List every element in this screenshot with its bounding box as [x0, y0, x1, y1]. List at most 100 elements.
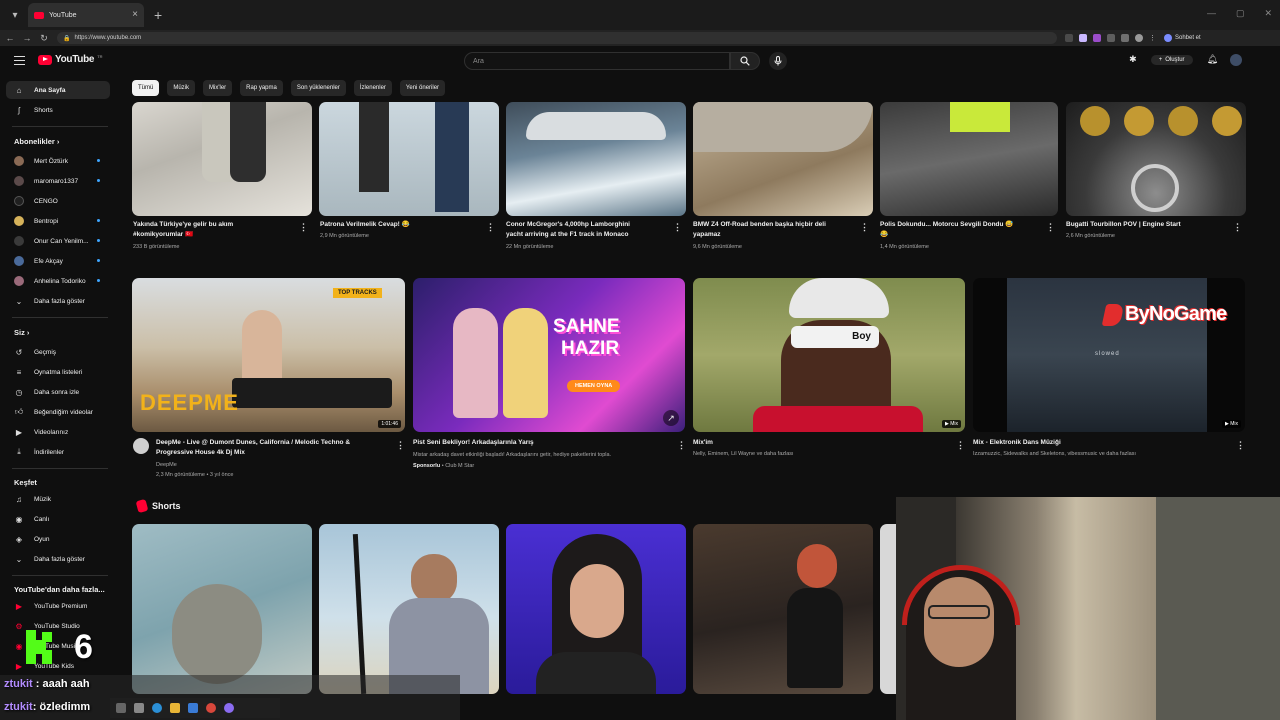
- chip-all[interactable]: Tümü: [132, 80, 160, 96]
- video-title[interactable]: BMW Z4 Off-Road benden başka hiçbir deli…: [693, 220, 863, 240]
- more-options-icon[interactable]: ⋮: [1236, 440, 1245, 451]
- video-thumbnail[interactable]: TOP TRACKS DEEPME 1:01:46: [132, 278, 405, 432]
- chrome-icon[interactable]: [206, 703, 216, 713]
- create-button[interactable]: + Oluştur: [1150, 54, 1193, 65]
- mix-title[interactable]: Mix - Elektronik Dans Müziği: [973, 438, 1061, 448]
- video-title[interactable]: Conor McGregor's 4,000hp Lamborghini yach…: [506, 220, 676, 240]
- video-title[interactable]: Patrona Verilmelik Cevap! 😂: [320, 220, 480, 230]
- video-thumbnail[interactable]: [506, 102, 686, 216]
- sidebar-item-music[interactable]: ♫ Müzik: [6, 490, 110, 508]
- sidebar-item-home[interactable]: ⌂ Ana Sayfa: [6, 81, 110, 99]
- url-field[interactable]: 🔒 https://www.youtube.com: [57, 32, 1057, 44]
- video-thumbnail[interactable]: [1066, 102, 1246, 216]
- extension-icon[interactable]: [1079, 34, 1087, 42]
- menu-dots-icon[interactable]: ⋮: [1149, 34, 1156, 42]
- short-thumbnail[interactable]: [132, 524, 312, 694]
- extension-icon[interactable]: [1107, 34, 1115, 42]
- search-taskbar-icon[interactable]: [116, 703, 126, 713]
- more-options-icon[interactable]: ⋮: [956, 440, 965, 451]
- sidebar-item-subscription[interactable]: maromaro1337: [6, 172, 110, 190]
- sidebar-item-shorts[interactable]: ʃ Shorts: [6, 101, 110, 119]
- sidebar-item-subscription[interactable]: Mert Öztürk: [6, 152, 110, 170]
- forward-arrow-icon[interactable]: →: [20, 31, 34, 45]
- chat-button[interactable]: Sohbet et: [1164, 34, 1201, 42]
- short-thumbnail[interactable]: [319, 524, 499, 694]
- sidebar-item-subscription[interactable]: Onur Can Yenilm...: [6, 232, 110, 250]
- more-options-icon[interactable]: ⋮: [1233, 222, 1242, 233]
- sidebar-item-your-videos[interactable]: ▶ Videolarınız: [6, 423, 110, 441]
- extension-icon[interactable]: [1065, 34, 1073, 42]
- sidebar-item-live[interactable]: ◉ Canlı: [6, 510, 110, 528]
- cast-icon[interactable]: ✱: [1129, 54, 1137, 65]
- ad-cta-button[interactable]: HEMEN OYNA: [567, 380, 621, 392]
- external-link-icon[interactable]: ↗: [663, 410, 679, 426]
- extension-icon[interactable]: [1093, 34, 1101, 42]
- tab-close-icon[interactable]: ×: [132, 9, 138, 20]
- reload-icon[interactable]: ↻: [37, 31, 51, 45]
- chip-watched[interactable]: İzlenenler: [353, 80, 392, 96]
- sidebar-item-gaming[interactable]: ◈ Oyun: [6, 530, 110, 548]
- store-icon[interactable]: [188, 703, 198, 713]
- folder-icon[interactable]: [170, 703, 180, 713]
- channel-avatar[interactable]: [133, 438, 149, 454]
- search-button[interactable]: [730, 52, 760, 70]
- chip-mixes[interactable]: Mix'ler: [203, 80, 233, 96]
- more-options-icon[interactable]: ⋮: [486, 222, 495, 233]
- subscriptions-header[interactable]: Abonelikler ›: [14, 137, 59, 146]
- minimize-icon[interactable]: —: [1207, 8, 1216, 19]
- hamburger-menu-icon[interactable]: [14, 56, 25, 65]
- account-avatar[interactable]: [1230, 54, 1242, 66]
- more-options-icon[interactable]: ⋮: [677, 440, 686, 451]
- ad-title[interactable]: Pist Seni Bekliyor! Arkadaşlarınla Yarış: [413, 438, 673, 448]
- back-arrow-icon[interactable]: ←: [3, 31, 17, 45]
- profile-icon[interactable]: [1135, 34, 1143, 42]
- video-thumbnail[interactable]: [132, 102, 312, 216]
- chip-recently-uploaded[interactable]: Son yüklenenler: [290, 80, 346, 96]
- sidebar-item-subscription[interactable]: Efe Akçay: [6, 252, 110, 270]
- mix-title[interactable]: Mix'im: [693, 438, 713, 448]
- voice-search-button[interactable]: [769, 52, 787, 70]
- video-title[interactable]: Yakında Türkiye'ye gelir bu akım #komikyo…: [133, 220, 293, 240]
- youtube-logo[interactable]: YouTube TR: [38, 54, 103, 65]
- edge-icon[interactable]: [152, 703, 162, 713]
- tab-list-dropdown-icon[interactable]: ▾: [4, 4, 26, 26]
- sidebar-item-watch-later[interactable]: ◷ Daha sonra izle: [6, 383, 110, 401]
- app-icon[interactable]: [224, 703, 234, 713]
- sidebar-show-more[interactable]: ⌄ Daha fazla göster: [6, 292, 110, 310]
- maximize-icon[interactable]: ▢: [1236, 8, 1245, 19]
- sidebar-item-history[interactable]: ↺ Geçmiş: [6, 343, 110, 361]
- sidebar-item-subscription[interactable]: CENGO: [6, 192, 110, 210]
- notifications-bell-icon[interactable]: 🔔︎: [1207, 54, 1218, 65]
- video-thumbnail[interactable]: [880, 102, 1058, 216]
- video-title[interactable]: Bugatti Tourbillon POV | Engine Start: [1066, 220, 1236, 230]
- sidebar-item-subscription[interactable]: Bentropi: [6, 212, 110, 230]
- chip-new-to-you[interactable]: Yeni öneriler: [399, 80, 446, 96]
- new-tab-button[interactable]: +: [154, 7, 162, 23]
- mix-thumbnail[interactable]: Boy ▶ Mix: [693, 278, 965, 432]
- sidebar-item-premium[interactable]: ▶ YouTube Premium: [6, 597, 110, 615]
- more-options-icon[interactable]: ⋮: [396, 440, 405, 451]
- short-thumbnail[interactable]: [506, 524, 686, 694]
- chip-music[interactable]: Müzik: [167, 80, 196, 96]
- more-options-icon[interactable]: ⋮: [860, 222, 869, 233]
- channel-name[interactable]: DeepMe: [156, 460, 177, 470]
- more-options-icon[interactable]: ⋮: [1046, 222, 1055, 233]
- you-header[interactable]: Siz ›: [14, 328, 29, 337]
- sidebar-item-playlists[interactable]: ≡ Oynatma listeleri: [6, 363, 110, 381]
- sidebar-explore-more[interactable]: ⌄ Daha fazla göster: [6, 550, 110, 568]
- browser-tab-youtube[interactable]: YouTube ×: [28, 3, 144, 27]
- search-input[interactable]: Ara: [464, 52, 730, 70]
- sidebar-item-subscription[interactable]: Anhelina Todoriko: [6, 272, 110, 290]
- video-thumbnail[interactable]: [319, 102, 499, 216]
- more-options-icon[interactable]: ⋮: [673, 222, 682, 233]
- chip-rap[interactable]: Rap yapma: [240, 80, 283, 96]
- sidebar-item-downloads[interactable]: ⤓ İndirilenler: [6, 443, 110, 461]
- ad-thumbnail[interactable]: SAHNE HAZIR HEMEN OYNA ↗: [413, 278, 685, 432]
- video-thumbnail[interactable]: [693, 102, 873, 216]
- close-window-icon[interactable]: ✕: [1264, 8, 1272, 19]
- video-title[interactable]: Polis Dokundu... Motorcu Sevgili Dondu 😅…: [880, 220, 1050, 240]
- sidebar-item-liked[interactable]: 👍︎ Beğendiğim videolar: [6, 403, 110, 421]
- short-thumbnail[interactable]: [693, 524, 873, 694]
- more-options-icon[interactable]: ⋮: [299, 222, 308, 233]
- video-title[interactable]: DeepMe - Live @ Dumont Dunes, California…: [156, 438, 391, 458]
